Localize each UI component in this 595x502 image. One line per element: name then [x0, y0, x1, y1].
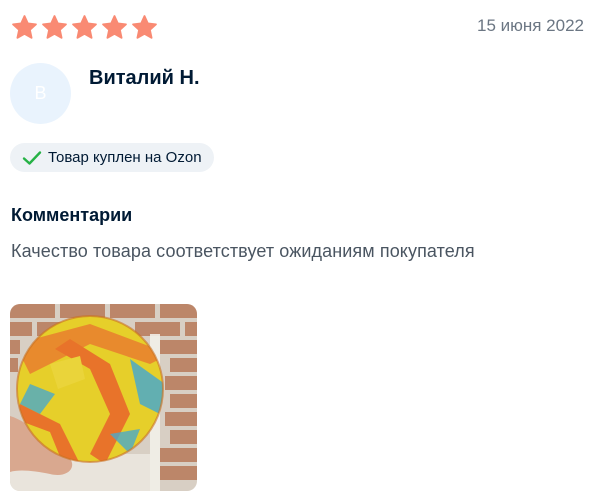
star-icon: [72, 15, 97, 39]
checkmark-icon: [22, 150, 42, 165]
star-icon: [12, 15, 37, 39]
author-name[interactable]: Виталий Н.: [89, 67, 200, 90]
rating-stars: [11, 14, 158, 41]
comment-text: Качество товара соответствует ожиданиям …: [11, 241, 475, 261]
comments-heading: Комментарии: [11, 205, 133, 225]
review-date: 15 июня 2022: [476, 16, 584, 35]
star-icon: [102, 15, 127, 39]
review-photo-thumbnail[interactable]: [10, 304, 197, 491]
star-icon: [42, 15, 67, 39]
avatar[interactable]: В: [10, 63, 71, 124]
purchase-badge-label: Товар куплен на Ozon: [48, 149, 202, 166]
purchase-badge: Товар куплен на Ozon: [10, 143, 214, 172]
star-icon: [132, 15, 157, 39]
